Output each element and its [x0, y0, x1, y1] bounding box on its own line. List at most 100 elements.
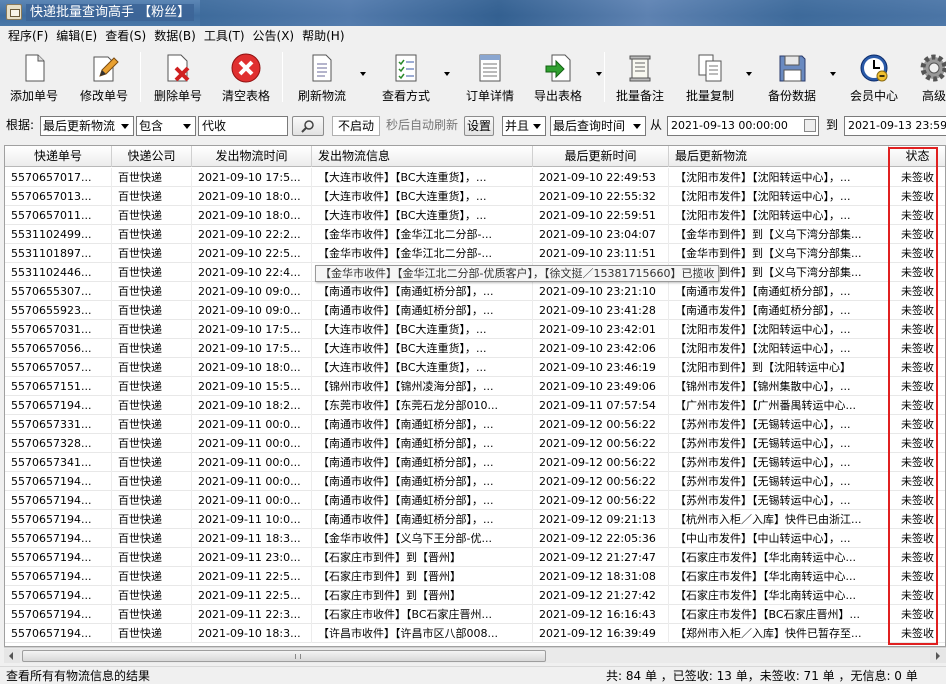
cell-update-info: 【石家庄市发件】【华北南转运中心...	[669, 548, 889, 567]
header-courier[interactable]: 快递公司	[112, 146, 192, 167]
batch-copy-button[interactable]: 批量复制	[678, 50, 752, 106]
cell-courier: 百世快递	[112, 586, 192, 605]
header-tracking-number[interactable]: 快递单号	[5, 146, 112, 167]
chevron-down-icon[interactable]	[444, 72, 450, 76]
table-row[interactable]: 5570657331... 百世快递 2021-09-11 00:0... 【南通市收…	[5, 415, 945, 434]
cell-update-time: 2021-09-12 00:56:22	[533, 472, 669, 491]
table-row[interactable]: 5570657013... 百世快递 2021-09-10 18:0... 【大连市收…	[5, 187, 945, 206]
order-detail-button[interactable]: 订单详情	[458, 50, 522, 106]
cell-courier: 百世快递	[112, 529, 192, 548]
cell-courier: 百世快递	[112, 377, 192, 396]
menu-notice[interactable]: 公告(X)	[249, 26, 299, 46]
cell-sent-time: 2021-09-11 00:0...	[192, 434, 312, 453]
table-row[interactable]: 5531102499... 百世快递 2021-09-10 22:2... 【金华市收…	[5, 225, 945, 244]
menu-edit[interactable]: 编辑(E)	[52, 26, 101, 46]
chevron-down-icon[interactable]	[360, 72, 366, 76]
chevron-down-icon	[533, 124, 541, 129]
cell-update-time: 2021-09-12 00:56:22	[533, 415, 669, 434]
clock-icon	[860, 54, 888, 82]
header-sent-time[interactable]: 发出物流时间	[192, 146, 312, 167]
from-date-input[interactable]: 2021-09-13 00:00:00	[667, 116, 819, 136]
basis-select[interactable]: 最后更新物流	[40, 116, 134, 136]
header-sent-info[interactable]: 发出物流信息	[312, 146, 533, 167]
menu-tools[interactable]: 工具(T)	[200, 26, 249, 46]
cell-sent-time: 2021-09-11 10:0...	[192, 510, 312, 529]
add-doc-icon	[25, 54, 45, 82]
cell-update-info: 【锦州市发件】【锦州集散中心】，...	[669, 377, 889, 396]
clear-red-x-icon	[231, 53, 261, 83]
menu-help[interactable]: 帮助(H)	[298, 26, 348, 46]
header-status[interactable]: 状态	[889, 146, 945, 167]
menu-data[interactable]: 数据(B)	[150, 26, 200, 46]
view-mode-button[interactable]: 查看方式	[374, 50, 450, 106]
advanced-button[interactable]: 高级	[912, 50, 946, 106]
table-row[interactable]: 5570657011... 百世快递 2021-09-10 18:0... 【大连市收…	[5, 206, 945, 225]
table-row[interactable]: 5570657031... 百世快递 2021-09-10 17:5... 【大连市收…	[5, 320, 945, 339]
table-row[interactable]: 5570657194... 百世快递 2021-09-11 22:3... 【石家庄市…	[5, 605, 945, 624]
table-row[interactable]: 5570657194... 百世快递 2021-09-10 18:3... 【许昌市收…	[5, 624, 945, 643]
clear-table-button[interactable]: 清空表格	[216, 50, 276, 106]
table-row[interactable]: 5570655307... 百世快递 2021-09-10 09:0... 【南通市收…	[5, 282, 945, 301]
table-row[interactable]: 5570657151... 百世快递 2021-09-10 15:5... 【锦州市收…	[5, 377, 945, 396]
horizontal-scrollbar[interactable]	[4, 647, 946, 663]
checklist-icon	[395, 54, 417, 82]
cell-sent-time: 2021-09-11 00:0...	[192, 491, 312, 510]
table-row[interactable]: 5570657194... 百世快递 2021-09-11 00:0... 【南通市收…	[5, 491, 945, 510]
table-row[interactable]: 5570657194... 百世快递 2021-09-11 18:3... 【金华市收…	[5, 529, 945, 548]
cell-status: 未签收	[889, 491, 945, 510]
menu-program[interactable]: 程序(F)	[4, 26, 52, 46]
table-row[interactable]: 5570655923... 百世快递 2021-09-10 09:0... 【南通市收…	[5, 301, 945, 320]
cell-update-info: 【沈阳市发件】【沈阳转运中心】，...	[669, 187, 889, 206]
table-row[interactable]: 5570657194... 百世快递 2021-09-11 22:5... 【石家庄市…	[5, 567, 945, 586]
cell-tracking-number: 5570657011...	[5, 206, 112, 225]
cell-sent-time: 2021-09-11 00:0...	[192, 453, 312, 472]
table-row[interactable]: 5570657328... 百世快递 2021-09-11 00:0... 【南通市收…	[5, 434, 945, 453]
table-row[interactable]: 5570657056... 百世快递 2021-09-10 17:5... 【大连市收…	[5, 339, 945, 358]
add-number-button[interactable]: 添加单号	[4, 50, 64, 106]
cell-status: 未签收	[889, 415, 945, 434]
match-select[interactable]: 包含	[136, 116, 196, 136]
search-button[interactable]	[292, 116, 324, 136]
delete-number-button[interactable]: 删除单号	[148, 50, 208, 106]
header-update-time[interactable]: 最后更新时间	[533, 146, 669, 167]
export-table-button[interactable]: 导出表格	[526, 50, 602, 106]
edit-number-button[interactable]: 修改单号	[74, 50, 134, 106]
batch-note-button[interactable]: 批量备注	[610, 50, 670, 106]
cell-sent-info: 【大连市收件】【BC大连重货】，...	[312, 339, 533, 358]
autostart-select[interactable]: 不启动	[332, 116, 380, 136]
cell-sent-info: 【南通市收件】【南通虹桥分部】，...	[312, 472, 533, 491]
member-center-button[interactable]: 会员中心	[844, 50, 904, 106]
table-row[interactable]: 5570657194... 百世快递 2021-09-10 18:2... 【东莞市收…	[5, 396, 945, 415]
keyword-input[interactable]: 代收	[198, 116, 288, 136]
table-row[interactable]: 5531101897... 百世快递 2021-09-10 22:5... 【金华市收…	[5, 244, 945, 263]
table-row[interactable]: 5570657194... 百世快递 2021-09-11 23:0... 【石家庄市…	[5, 548, 945, 567]
chevron-down-icon[interactable]	[830, 72, 836, 76]
logic-select[interactable]: 并且	[502, 116, 546, 136]
cell-tracking-number: 5570657194...	[5, 491, 112, 510]
cell-status: 未签收	[889, 225, 945, 244]
scroll-right-icon[interactable]	[930, 649, 946, 663]
table-row[interactable]: 5570657341... 百世快递 2021-09-11 00:0... 【南通市收…	[5, 453, 945, 472]
table-row[interactable]: 5570657057... 百世快递 2021-09-10 18:0... 【大连市收…	[5, 358, 945, 377]
cell-tracking-number: 5570657194...	[5, 529, 112, 548]
table-row[interactable]: 5570657017... 百世快递 2021-09-10 17:5... 【大连市收…	[5, 168, 945, 187]
to-date-input[interactable]: 2021-09-13 23:59	[844, 116, 946, 136]
settings-button[interactable]: 设置	[464, 116, 494, 136]
cell-courier: 百世快递	[112, 415, 192, 434]
table-row[interactable]: 5570657194... 百世快递 2021-09-11 10:0... 【南通市收…	[5, 510, 945, 529]
scrollbar-thumb[interactable]	[22, 650, 546, 662]
cell-courier: 百世快递	[112, 605, 192, 624]
cell-tracking-number: 5570657328...	[5, 434, 112, 453]
time-field-select[interactable]: 最后查询时间	[550, 116, 646, 136]
calendar-icon[interactable]	[804, 119, 816, 132]
scroll-left-icon[interactable]	[4, 649, 20, 663]
chevron-down-icon[interactable]	[596, 72, 602, 76]
cell-tracking-number: 5570655307...	[5, 282, 112, 301]
menu-view[interactable]: 查看(S)	[101, 26, 150, 46]
table-row[interactable]: 5570657194... 百世快递 2021-09-11 00:0... 【南通市收…	[5, 472, 945, 491]
backup-data-button[interactable]: 备份数据	[760, 50, 836, 106]
header-update-info[interactable]: 最后更新物流	[669, 146, 889, 167]
refresh-logistics-button[interactable]: 刷新物流	[290, 50, 366, 106]
chevron-down-icon[interactable]	[746, 72, 752, 76]
table-row[interactable]: 5570657194... 百世快递 2021-09-11 22:5... 【石家庄市…	[5, 586, 945, 605]
